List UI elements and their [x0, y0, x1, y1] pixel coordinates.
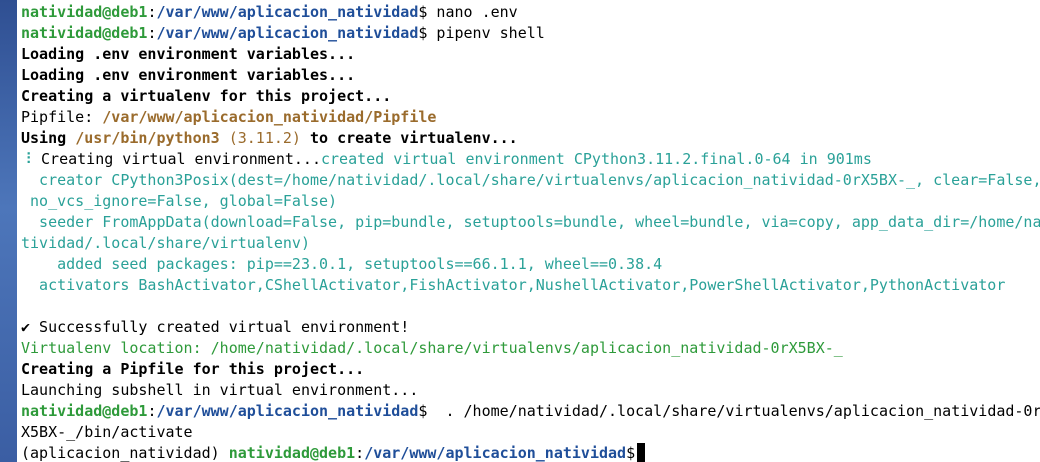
- prompt-user: natividad@deb1: [21, 24, 148, 42]
- output-line: ⠸ Creating virtual environment...created…: [21, 149, 1040, 170]
- success-line: ✔ Successfully created virtual environme…: [21, 318, 410, 336]
- output-line: Using /usr/bin/python3 (3.11.2) to creat…: [21, 128, 1040, 149]
- command-text: nano .env: [427, 3, 518, 21]
- python-version: (3.11.2): [219, 129, 301, 147]
- terminal-window[interactable]: natividad@deb1:/var/www/aplicacion_nativ…: [17, 0, 1040, 462]
- prompt-symbol: $: [626, 444, 636, 462]
- command-text: . /home/natividad/.local/share/virtualen…: [427, 402, 1040, 420]
- text-cursor[interactable]: [637, 443, 646, 462]
- prompt-path: /var/www/aplicacion_natividad: [156, 24, 419, 42]
- active-prompt-line[interactable]: (aplicacion_natividad) natividad@deb1:/v…: [21, 443, 1040, 462]
- using-suffix: to create virtualenv...: [300, 129, 518, 147]
- output-line: Creating a virtualenv for this project..…: [21, 87, 392, 105]
- prompt-path: /var/www/aplicacion_natividad: [156, 3, 419, 21]
- desktop-background: [0, 0, 17, 462]
- venv-indicator: (aplicacion_natividad): [21, 444, 229, 462]
- output-line: Pipfile: /var/www/aplicacion_natividad/P…: [21, 107, 1040, 128]
- output-line: activators BashActivator,CShellActivator…: [21, 276, 1006, 294]
- pipfile-label: Pipfile:: [21, 108, 103, 126]
- output-line: creator CPython3Posix(dest=/home/nativid…: [21, 171, 1040, 189]
- output-line: Creating a Pipfile for this project...: [21, 360, 365, 378]
- created-env-text: created virtual environment CPython3.11.…: [320, 150, 872, 168]
- pipfile-path: /var/www/aplicacion_natividad/Pipfile: [102, 108, 437, 126]
- terminal-output: natividad@deb1:/var/www/aplicacion_nativ…: [17, 0, 1040, 462]
- python-path: /usr/bin/python3: [75, 129, 220, 147]
- output-line: tividad/.local/share/virtualenv): [21, 234, 310, 252]
- output-line: seeder FromAppData(download=False, pip=b…: [21, 213, 1040, 231]
- prompt-line: natividad@deb1:/var/www/aplicacion_nativ…: [21, 2, 1040, 23]
- prompt-line: natividad@deb1:/var/www/aplicacion_nativ…: [21, 23, 1040, 44]
- prompt-user: natividad@deb1: [21, 402, 148, 420]
- output-line: no_vcs_ignore=False, global=False): [21, 192, 338, 210]
- prompt-path: /var/www/aplicacion_natividad: [156, 402, 419, 420]
- prompt-user: natividad@deb1: [21, 3, 148, 21]
- using-label: Using: [21, 129, 76, 147]
- output-line: added seed packages: pip==23.0.1, setupt…: [21, 255, 663, 273]
- creating-env-text: Creating virtual environment...: [32, 150, 321, 168]
- prompt-user: natividad@deb1: [228, 444, 356, 462]
- virtualenv-location-line: Virtualenv location: /home/natividad/.lo…: [21, 339, 843, 357]
- output-line: Launching subshell in virtual environmen…: [21, 381, 419, 399]
- output-line: Loading .env environment variables...: [21, 45, 356, 63]
- prompt-line: natividad@deb1:/var/www/aplicacion_nativ…: [21, 401, 1040, 422]
- prompt-path: /var/www/aplicacion_natividad: [364, 444, 627, 462]
- output-line: X5BX-_/bin/activate: [21, 423, 193, 441]
- prompt-separator: :: [355, 444, 365, 462]
- spinner-icon: ⠸: [21, 150, 32, 168]
- command-text: pipenv shell: [427, 24, 545, 42]
- output-line: Loading .env environment variables...: [21, 66, 356, 84]
